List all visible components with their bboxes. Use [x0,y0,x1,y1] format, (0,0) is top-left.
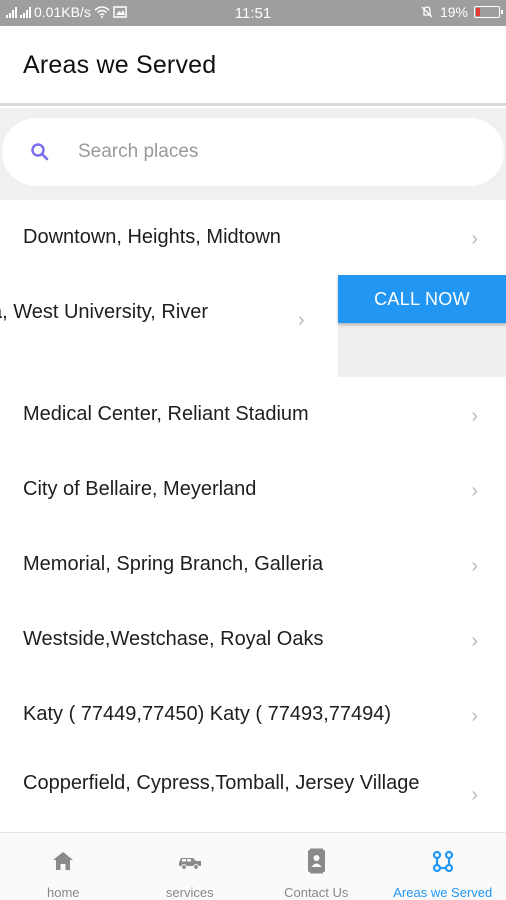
area-label: Downtown, Heights, Midtown [23,226,281,248]
car-icon [178,858,201,870]
chevron-right-icon: › [471,784,478,806]
chevron-right-icon: › [471,480,478,502]
status-bar: 0.01KB/s 11:51 19% [0,0,506,26]
area-label: a, West University, River [0,301,209,323]
chevron-right-icon: › [471,555,478,577]
search-input[interactable] [78,138,478,166]
list-item-swiped[interactable]: a, West University, River › CALL NOW [0,275,506,377]
areas-list: Downtown, Heights, Midtown › a, West Uni… [0,200,506,842]
chevron-right-icon: › [471,405,478,427]
nav-services-label: services [165,885,214,900]
nav-services[interactable]: services [127,833,254,900]
nav-contact-us-label: Contact Us [284,885,349,900]
nav-areas-label: Areas we Served [393,885,493,900]
list-item[interactable]: City of Bellaire, Meyerland › [0,452,506,527]
battery-icon [474,6,503,18]
nav-home[interactable]: home [0,833,127,900]
nav-home-label: home [46,885,80,900]
bottom-navigation: home services Contact Us Areas we Served [0,832,506,900]
home-icon [53,852,74,870]
search-icon [31,143,49,161]
search-bar-container [0,108,506,200]
chevron-right-icon: › [298,309,305,331]
route-icon [432,850,453,873]
area-label: Medical Center, Reliant Stadium [23,403,309,425]
nav-areas-we-served[interactable]: Areas we Served [380,833,506,900]
list-item[interactable]: Downtown, Heights, Midtown › [0,200,506,275]
nav-contact-us[interactable]: Contact Us [253,833,380,900]
list-item[interactable]: Westside,Westchase, Royal Oaks › [0,602,506,677]
area-label: City of Bellaire, Meyerland [23,478,257,500]
area-label: Katy ( 77449,77450) Katy ( 77493,77494) [23,703,392,725]
battery-percent: 19% [439,4,468,20]
contacts-icon [308,848,326,874]
app-header: Areas we Served [0,26,506,106]
list-item[interactable]: Memorial, Spring Branch, Galleria › [0,527,506,602]
call-now-button[interactable]: CALL NOW [338,275,506,323]
chevron-right-icon: › [471,630,478,652]
battery-fill [476,8,480,16]
page-title: Areas we Served [23,51,217,79]
area-label: Westside,Westchase, Royal Oaks [23,628,324,650]
mute-icon [421,6,433,18]
chevron-right-icon: › [471,228,478,250]
area-label: Copperfield, Cypress,Tomball, Jersey Vil… [23,772,420,794]
list-item[interactable]: Medical Center, Reliant Stadium › [0,377,506,452]
chevron-right-icon: › [471,705,478,727]
area-label: Memorial, Spring Branch, Galleria [23,553,324,575]
list-item[interactable]: Copperfield, Cypress,Tomball, Jersey Vil… [0,752,506,842]
search-bar[interactable] [2,118,504,186]
status-right: 19% [420,4,503,20]
list-item[interactable]: Katy ( 77449,77450) Katy ( 77493,77494) … [0,677,506,752]
